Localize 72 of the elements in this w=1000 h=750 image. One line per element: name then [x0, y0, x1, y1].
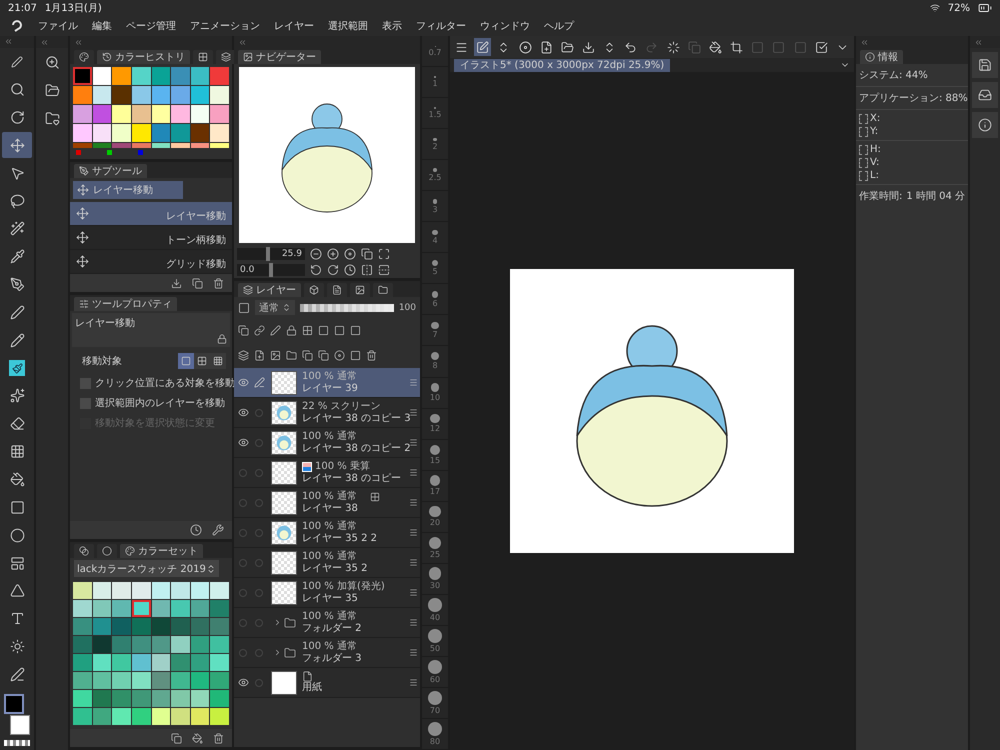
- panel-tab[interactable]: ツールプロパティ: [74, 297, 177, 311]
- menu-item[interactable]: フィルター: [416, 19, 466, 33]
- layer-row[interactable]: 100 % 通常 レイヤー 38 のコピー 2: [234, 428, 420, 458]
- layer-blend-mode: 100 % 乗算: [315, 460, 370, 472]
- panel-tab[interactable]: レイヤー: [238, 283, 301, 297]
- document-tab[interactable]: イラスト5* (3000 x 3000px 72dpi 25.9%): [454, 58, 670, 72]
- panel-tab[interactable]: ナビゲーター: [238, 50, 321, 64]
- layer-name: 用紙: [302, 682, 323, 694]
- work-time-label: 作業時間:: [859, 190, 902, 203]
- guide-label: H:: [870, 144, 881, 155]
- layer-blend-mode: 100 % 通常: [302, 490, 357, 502]
- layer-name: レイヤー 35 2 2: [302, 532, 378, 544]
- layer-row[interactable]: 100 % 加算(発光) レイヤー 35: [234, 578, 420, 608]
- app-memory-text: アプリケーション: 88%: [856, 87, 968, 110]
- blend-mode-dropdown[interactable]: 通常: [255, 300, 295, 315]
- panel-tab[interactable]: サブツール: [74, 164, 147, 178]
- opacity-value: 100: [398, 302, 416, 312]
- layer-row[interactable]: 100 % 通常 レイヤー 35 2: [234, 548, 420, 578]
- layer-row[interactable]: 22 % スクリーン レイヤー 38 のコピー 3: [234, 398, 420, 428]
- layer-name: レイヤー 35: [302, 592, 359, 604]
- menu-item[interactable]: 表示: [382, 19, 402, 33]
- menu-item[interactable]: レイヤー: [274, 19, 314, 33]
- status-time: 21:07: [8, 2, 37, 14]
- menu-item[interactable]: ファイル: [38, 19, 78, 33]
- menu-item[interactable]: ヘルプ: [544, 19, 574, 33]
- menu-item[interactable]: 編集: [92, 19, 112, 33]
- layer-row[interactable]: 100 % 通常 フォルダー 2: [234, 608, 420, 638]
- subtool-item[interactable]: トーン柄移動: [70, 226, 232, 250]
- coordinate-label: Y:: [870, 126, 878, 137]
- layer-blend-mode: 100 % 加算(発光): [302, 580, 385, 592]
- layer-row[interactable]: 100 % 通常 レイヤー 38: [234, 488, 420, 518]
- panel-tab[interactable]: 情報: [860, 50, 903, 64]
- menu-item[interactable]: ウィンドウ: [480, 19, 530, 33]
- subtool-group-button[interactable]: レイヤー移動: [73, 181, 183, 199]
- subtool-item[interactable]: グリッド移動: [70, 250, 232, 274]
- menu-item[interactable]: ページ管理: [126, 19, 176, 33]
- guide-label: V:: [870, 157, 880, 168]
- layer-blend-mode: 100 % 通常: [302, 640, 357, 652]
- work-time-value: 1 時間 04 分: [906, 190, 965, 203]
- panel-tab[interactable]: カラーヒストリ: [97, 50, 190, 64]
- layer-row[interactable]: 100 % 通常 フォルダー 3: [234, 638, 420, 668]
- layer-row[interactable]: 100 % 乗算 レイヤー 38 のコピー: [234, 458, 420, 488]
- rotation-slider[interactable]: 0.0: [237, 264, 305, 276]
- layer-blend-mode: 22 % スクリーン: [302, 400, 381, 412]
- property-label: 移動対象: [82, 354, 122, 368]
- layer-blend-mode: 100 % 通常: [302, 550, 357, 562]
- layer-blend-mode: 100 % 通常: [302, 430, 357, 442]
- coordinate-label: X:: [870, 113, 880, 124]
- layer-name: レイヤー 39: [302, 382, 359, 394]
- layer-name: フォルダー 3: [302, 652, 363, 664]
- layer-row[interactable]: 100 % 通常 レイヤー 39: [234, 368, 420, 398]
- layer-row[interactable]: 100 % 通常 レイヤー 35 2 2: [234, 518, 420, 548]
- menu-item[interactable]: アニメーション: [190, 19, 260, 33]
- layer-name: フォルダー 2: [302, 622, 363, 634]
- color-set-dropdown[interactable]: lackカラースウォッチ 2019: [74, 560, 219, 577]
- zoom-slider[interactable]: 25.9: [237, 248, 305, 260]
- layer-name: レイヤー 38 のコピー: [302, 472, 402, 484]
- layer-name: レイヤー 38: [302, 502, 359, 514]
- menu-item[interactable]: 選択範囲: [328, 19, 368, 33]
- subtool-item[interactable]: レイヤー移動: [70, 202, 232, 226]
- guide-label: L:: [870, 170, 879, 181]
- system-memory-text: システム: 44%: [856, 64, 968, 87]
- layer-name: レイヤー 35 2: [302, 562, 368, 574]
- layer-blend-mode: 100 % 通常: [302, 520, 357, 532]
- layer-blend-mode: 100 % 通常: [302, 370, 357, 382]
- tool-name: レイヤー移動: [75, 317, 135, 331]
- battery-percent: 72%: [948, 2, 970, 14]
- option-label[interactable]: 選択範囲内のレイヤーを移動: [70, 393, 232, 413]
- status-date: 1月13日(月): [44, 2, 102, 15]
- layer-blend-mode: 100 % 通常: [302, 610, 357, 622]
- panel-tab[interactable]: カラーセット: [120, 544, 203, 558]
- layer-row[interactable]: 用紙: [234, 668, 420, 698]
